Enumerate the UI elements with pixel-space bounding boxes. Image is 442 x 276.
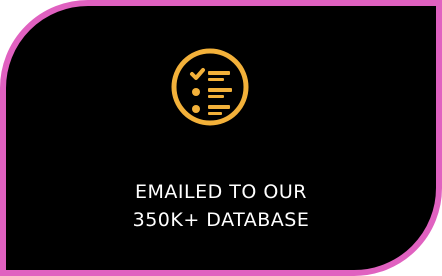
card-caption: EMAILED TO OUR 350K+ DATABASE bbox=[6, 178, 436, 234]
caption-line-2: 350K+ DATABASE bbox=[132, 209, 310, 231]
caption-line-1: EMAILED TO OUR bbox=[135, 181, 307, 203]
feature-card: EMAILED TO OUR 350K+ DATABASE bbox=[0, 0, 442, 276]
checklist-icon bbox=[170, 47, 250, 127]
